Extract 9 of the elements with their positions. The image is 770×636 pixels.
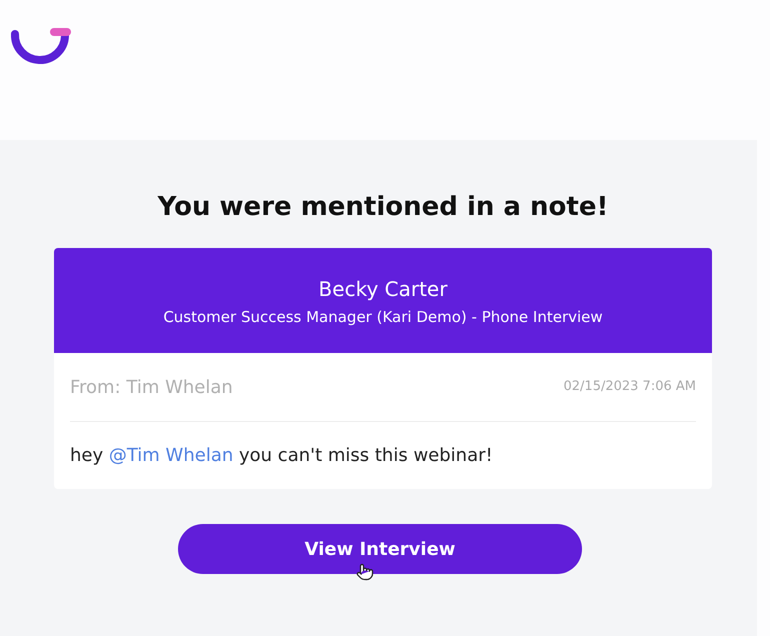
- mention-heading: You were mentioned in a note!: [158, 191, 608, 224]
- mention-link[interactable]: @Tim Whelan: [108, 445, 234, 466]
- view-interview-button[interactable]: View Interview: [178, 524, 582, 574]
- hand-pointer-icon: [356, 563, 374, 581]
- interview-context: Customer Success Manager (Kari Demo) - Phone Interview: [163, 308, 603, 326]
- note-sender: From: Tim Whelan: [70, 376, 233, 400]
- note-timestamp: 02/15/2023 7:06 AM: [564, 378, 696, 396]
- note-message: hey @Tim Whelan you can't miss this webinar!: [70, 444, 493, 468]
- candidate-name: Becky Carter: [318, 276, 448, 302]
